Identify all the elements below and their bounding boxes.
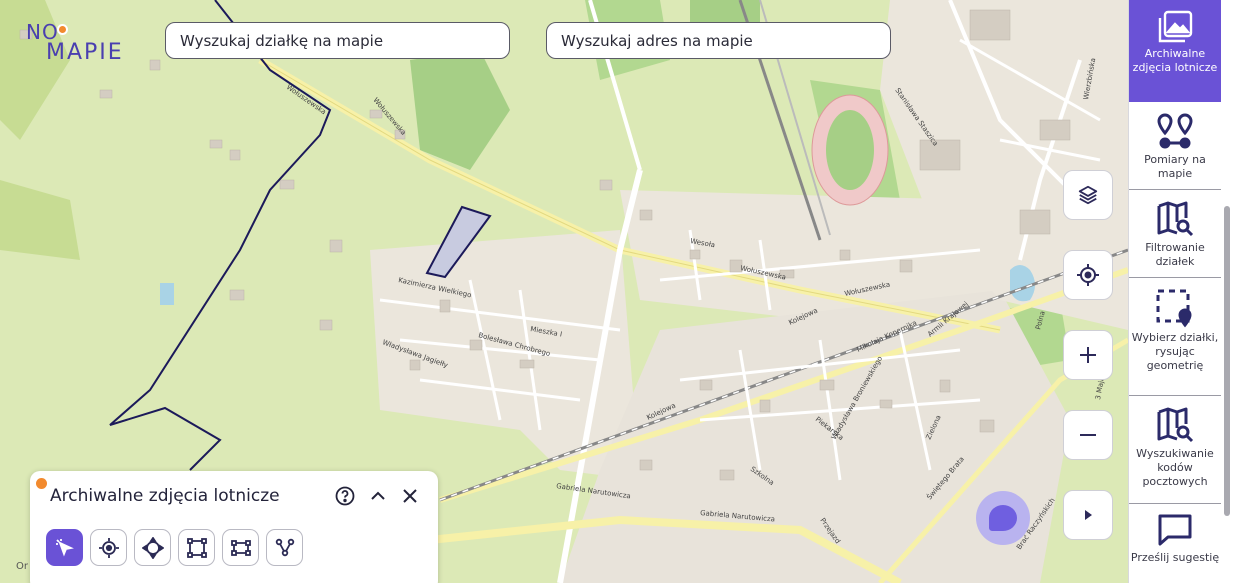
close-button[interactable] (399, 485, 421, 507)
sidebar-item-postal-codes[interactable]: Wyszukiwanie kodów pocztowych (1129, 396, 1221, 504)
parcel-search-placeholder: Wyszukaj działkę na mapie (180, 31, 384, 50)
play-icon (1085, 510, 1092, 520)
sidebar-item-measure[interactable]: Pomiary na mapie (1129, 102, 1221, 190)
sidebar-item-draw-selection[interactable]: Wybierz działki, rysując geometrię (1129, 278, 1221, 396)
aerial-photo-icon (1158, 10, 1193, 43)
point-tool-button[interactable] (90, 529, 127, 566)
parcel-search-input[interactable]: Wyszukaj działkę na mapie (165, 22, 510, 59)
select-area-icon (1156, 289, 1192, 328)
measure-icon (1157, 113, 1193, 149)
crosshair-icon (1077, 264, 1099, 286)
expand-button[interactable] (1063, 490, 1113, 540)
sidebar-item-aerial-photos[interactable]: Archiwalne zdjęcia lotnicze (1129, 0, 1221, 102)
logo-text-bottom: MAPIE (46, 40, 124, 65)
locate-button[interactable] (1063, 250, 1113, 300)
plus-icon (1080, 347, 1096, 363)
chat-button[interactable] (976, 491, 1030, 545)
chevron-up-icon (371, 491, 385, 500)
panel-toolbar (46, 529, 303, 566)
layers-button[interactable] (1063, 170, 1113, 220)
sidebar-item-label: Archiwalne zdjęcia lotnicze (1132, 47, 1218, 74)
help-icon (335, 486, 355, 506)
map-attribution[interactable]: Or (16, 561, 28, 572)
sidebar-item-label: Wyszukiwanie kodów pocztowych (1136, 447, 1214, 488)
app-logo[interactable]: NO MAPIE (26, 20, 136, 66)
zoom-in-button[interactable] (1063, 330, 1113, 380)
polyline-icon (275, 538, 294, 556)
cursor-icon (55, 538, 74, 557)
logo-pin-icon (57, 24, 68, 35)
address-search-placeholder: Wyszukaj adres na mapie (561, 31, 753, 50)
polyline-tool-button[interactable] (266, 529, 303, 566)
zoom-out-button[interactable] (1063, 410, 1113, 460)
collapse-button[interactable] (367, 485, 389, 507)
sidebar-item-suggestion[interactable]: Prześlij sugestię (1129, 504, 1221, 583)
polygon-select-icon (230, 539, 251, 556)
layers-icon (1078, 185, 1098, 205)
notification-dot (36, 478, 47, 489)
polygon-tool-button[interactable] (222, 529, 259, 566)
select-tool-button[interactable] (46, 529, 83, 566)
sidebar-item-filter-parcels[interactable]: Filtrowanie działek (1129, 190, 1221, 278)
panel-title: Archiwalne zdjęcia lotnicze (50, 486, 280, 506)
close-icon (403, 489, 417, 503)
aerial-photos-panel: Archiwalne zdjęcia lotnicze (30, 471, 438, 583)
sidebar-scrollbar-thumb[interactable] (1224, 206, 1230, 516)
map-search-icon (1157, 407, 1194, 443)
sidebar-item-label: Filtrowanie działek (1145, 241, 1205, 268)
rectangle-tool-button[interactable] (178, 529, 215, 566)
help-button[interactable] (334, 485, 356, 507)
crosshair-icon (98, 537, 119, 558)
move-icon (141, 536, 164, 559)
minus-icon (1080, 434, 1096, 436)
tools-sidebar: Archiwalne zdjęcia lotnicze Pomiary na m… (1128, 0, 1234, 583)
message-icon (1158, 514, 1192, 546)
sidebar-item-label: Wybierz działki, rysując geometrię (1131, 331, 1219, 372)
rectangle-select-icon (186, 537, 207, 558)
sidebar-item-label: Prześlij sugestię (1130, 551, 1220, 564)
map-search-icon (1157, 201, 1194, 237)
address-search-input[interactable]: Wyszukaj adres na mapie (546, 22, 891, 59)
move-tool-button[interactable] (134, 529, 171, 566)
sidebar-item-label: Pomiary na mapie (1144, 153, 1206, 180)
chat-icon (989, 505, 1017, 531)
